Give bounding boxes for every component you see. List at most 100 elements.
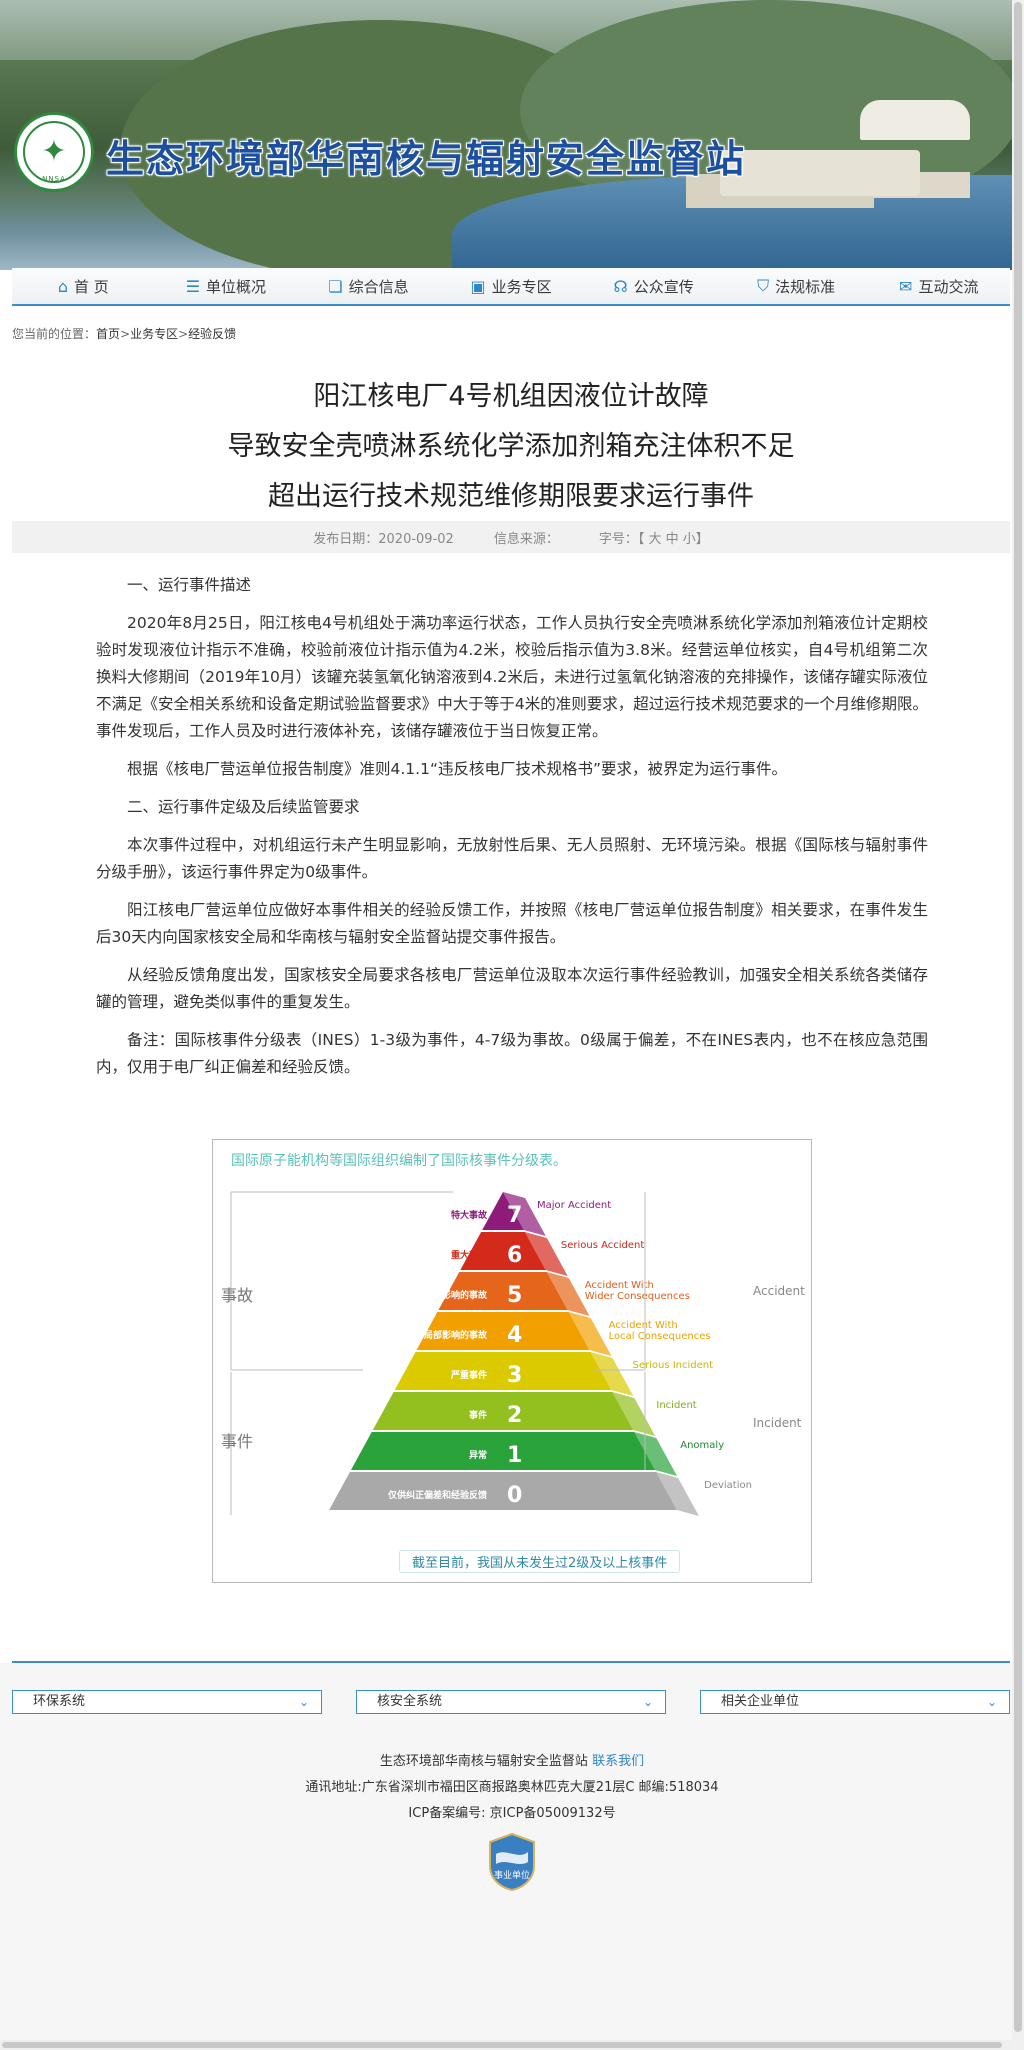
- atom-icon: ✦: [23, 121, 85, 183]
- breadcrumb-separator: >: [178, 327, 189, 341]
- ines-level-cn-label: 事件: [469, 1409, 487, 1421]
- ines-level-cn-label: 特大事故: [451, 1209, 488, 1221]
- ines-pyramid: 7 特大事故 Major Accident 6 重大事故 Serious Accident…: [230, 1191, 752, 1516]
- logo-text: NNSA: [42, 175, 66, 183]
- nav-item-label: 综合信息: [348, 277, 409, 296]
- badge-text: 事业单位: [494, 1869, 530, 1881]
- nav-item-4[interactable]: ☊ 公众宣传: [582, 268, 725, 304]
- breadcrumb-prefix: 您当前的位置：: [12, 327, 97, 341]
- article-paragraph: 从经验反馈角度出发，国家核安全局要求各核电厂营运单位汲取本次运行事件经验教训，加…: [96, 966, 928, 1011]
- article-meta: 发布日期：2020-09-02 信息来源： 字号：【 大 中 小】: [12, 521, 1010, 553]
- ines-level-number: 3: [507, 1363, 522, 1388]
- breadcrumb-home-link[interactable]: 首页: [96, 327, 120, 341]
- nav-item-label: 首 页: [73, 277, 109, 296]
- article-paragraph: 阳江核电厂营运单位应做好本事件相关的经验反馈工作，并按照《核电厂营运单位报告制度…: [96, 901, 928, 946]
- site-logo[interactable]: ✦ NNSA: [14, 112, 94, 192]
- nav-item-2[interactable]: ❏ 综合信息: [297, 268, 440, 304]
- footer-org-line: 生态环境部华南核与辐射安全监督站 联系我们: [0, 1750, 1024, 1769]
- article-paragraph: 一、运行事件描述: [127, 576, 252, 594]
- ines-level-number: 1: [507, 1443, 522, 1468]
- nav-item-0[interactable]: ⌂ 首 页: [12, 268, 155, 304]
- breadcrumb-section-link[interactable]: 业务专区: [130, 327, 178, 341]
- ines-level-cn-label: 严重事件: [450, 1369, 487, 1381]
- banner-plant: [720, 150, 920, 196]
- select-nuclear-system[interactable]: 核安全系统 ⌄: [356, 1690, 666, 1714]
- book-icon: ❏: [328, 276, 343, 296]
- ines-level-number: 0: [507, 1483, 522, 1508]
- breadcrumb-separator: >: [120, 327, 131, 341]
- contact-us-link[interactable]: 联系我们: [592, 1754, 644, 1769]
- nav-item-label: 单位概况: [206, 277, 267, 296]
- figure-note: 截至目前，我国从未发生过2级及以上核事件: [399, 1550, 681, 1573]
- shield-icon: ⛉: [757, 276, 770, 295]
- article-paragraph: 根据《核电厂营运单位报告制度》准则4.1.1“违反核电厂技术规格书”要求，被界定…: [127, 760, 788, 778]
- home-icon: ⌂: [57, 276, 68, 296]
- ines-level-cn-label: 异常: [469, 1449, 487, 1461]
- select-label: 相关企业单位: [721, 1694, 800, 1709]
- ines-scale-figure: 国际原子能机构等国际组织编制了国际核事件分级表。 7 特大事故 Major Acci…: [212, 1139, 812, 1583]
- ines-level-en-label: Major Accident: [537, 1200, 611, 1211]
- accident-en-label: Accident: [753, 1284, 805, 1298]
- select-env-system[interactable]: 环保系统 ⌄: [12, 1690, 322, 1714]
- nav-item-label: 互动交流: [918, 277, 979, 296]
- ines-level-cn-label: 重大事故: [451, 1249, 488, 1261]
- institution-badge-icon[interactable]: 事业单位: [486, 1832, 538, 1892]
- article-body: 一、运行事件描述 2020年8月25日，阳江核电4号机组处于满功率运行状态，工作人…: [96, 572, 928, 1092]
- ines-level-cn-label: 具有广泛影响的事故: [405, 1289, 488, 1301]
- incident-en-label: Incident: [753, 1416, 802, 1430]
- ines-level-en-label: Wider Consequences: [585, 1291, 690, 1302]
- nav-item-label: 公众宣传: [633, 277, 694, 296]
- main-nav: ⌂ 首 页 ☰ 单位概况 ❏ 综合信息 ▣ 业务专区 ☊ 公众宣传 ⛉ 法规标准 ✉ 互动交流: [12, 268, 1010, 306]
- vertical-scrollbar[interactable]: [1012, 0, 1024, 2050]
- ines-level-en-label: Deviation: [704, 1480, 752, 1491]
- ines-level-number: 7: [507, 1203, 522, 1228]
- nav-item-6[interactable]: ✉ 互动交流: [867, 268, 1010, 304]
- nav-item-label: 法规标准: [775, 277, 836, 296]
- article-paragraph: 备注：国际核事件分级表（INES）1-3级为事件，4-7级为事故。0级属于偏差，…: [96, 1031, 928, 1076]
- nav-item-1[interactable]: ☰ 单位概况: [155, 268, 298, 304]
- select-label: 核安全系统: [377, 1694, 443, 1709]
- breadcrumb-current-link[interactable]: 经验反馈: [188, 327, 236, 341]
- scroll-thumb[interactable]: [1014, 2, 1022, 2032]
- article-title-line: 阳江核电厂4号机组因液位计故障: [313, 381, 709, 412]
- select-related-companies[interactable]: 相关企业单位 ⌄: [700, 1690, 1010, 1714]
- nav-item-label: 业务专区: [491, 277, 552, 296]
- header-banner: ✦ NNSA 生态环境部华南核与辐射安全监督站: [0, 0, 1012, 270]
- article-title: 阳江核电厂4号机组因液位计故障 导致安全壳喷淋系统化学添加剂箱充注体积不足 超出…: [12, 372, 1010, 522]
- breadcrumb: 您当前的位置：首页>业务专区>经验反馈: [12, 325, 236, 342]
- ines-level-en-label: Anomaly: [680, 1440, 724, 1451]
- ines-level-cn-label: 仅供纠正偏差和经验反馈: [387, 1489, 487, 1501]
- article-paragraph: 2020年8月25日，阳江核电4号机组处于满功率运行状态，工作人员执行安全壳喷淋…: [96, 614, 928, 740]
- footer-org: 生态环境部华南核与辐射安全监督站: [379, 1754, 588, 1769]
- footer-icp[interactable]: ICP备案编号: 京ICP备05009132号: [0, 1802, 1024, 1821]
- ines-level-0-band: [329, 1472, 677, 1510]
- nav-item-5[interactable]: ⛉ 法规标准: [725, 268, 868, 304]
- ines-level-number: 6: [507, 1243, 522, 1268]
- site-title: 生态环境部华南核与辐射安全监督站: [106, 137, 747, 181]
- chat-icon: ☊: [613, 276, 628, 296]
- ines-level-2-band: [372, 1392, 634, 1430]
- horizontal-scrollbar[interactable]: [0, 2040, 1012, 2050]
- ines-level-number: 5: [507, 1283, 522, 1308]
- article-paragraph: 本次事件过程中，对机组运行未产生明显影响，无放射性后果、无人员照射、无环境污染。…: [96, 836, 928, 881]
- article-title-line: 超出运行技术规范维修期限要求运行事件: [268, 481, 754, 512]
- publish-date: 发布日期：2020-09-02: [313, 531, 454, 547]
- list-icon: ☰: [185, 276, 201, 296]
- horizontal-scroll-thumb[interactable]: [2, 2042, 1002, 2048]
- font-size-switcher[interactable]: 字号：【 大 中 小】: [599, 528, 709, 547]
- accident-group-label: 事故: [221, 1286, 254, 1305]
- banner-plant: [860, 100, 970, 140]
- ines-level-en-label: Incident: [656, 1400, 696, 1411]
- info-source: 信息来源：: [493, 531, 559, 547]
- ines-level-en-label: Serious Accident: [561, 1240, 645, 1251]
- article-paragraph: 二、运行事件定级及后续监管要求: [127, 798, 360, 816]
- nav-item-3[interactable]: ▣ 业务专区: [440, 268, 583, 304]
- chevron-down-icon: ⌄: [986, 1695, 997, 1709]
- briefcase-icon: ▣: [470, 276, 486, 296]
- footer-address: 通讯地址:广东省深圳市福田区商报路奥林匹克大厦21层C 邮编:518034: [305, 1780, 719, 1795]
- ines-level-1-band: [350, 1432, 656, 1470]
- incident-group-label: 事件: [221, 1432, 254, 1451]
- ines-level-number: 2: [507, 1403, 522, 1428]
- ines-level-en-label: Accident With: [585, 1280, 654, 1291]
- ines-level-number: 4: [507, 1323, 522, 1348]
